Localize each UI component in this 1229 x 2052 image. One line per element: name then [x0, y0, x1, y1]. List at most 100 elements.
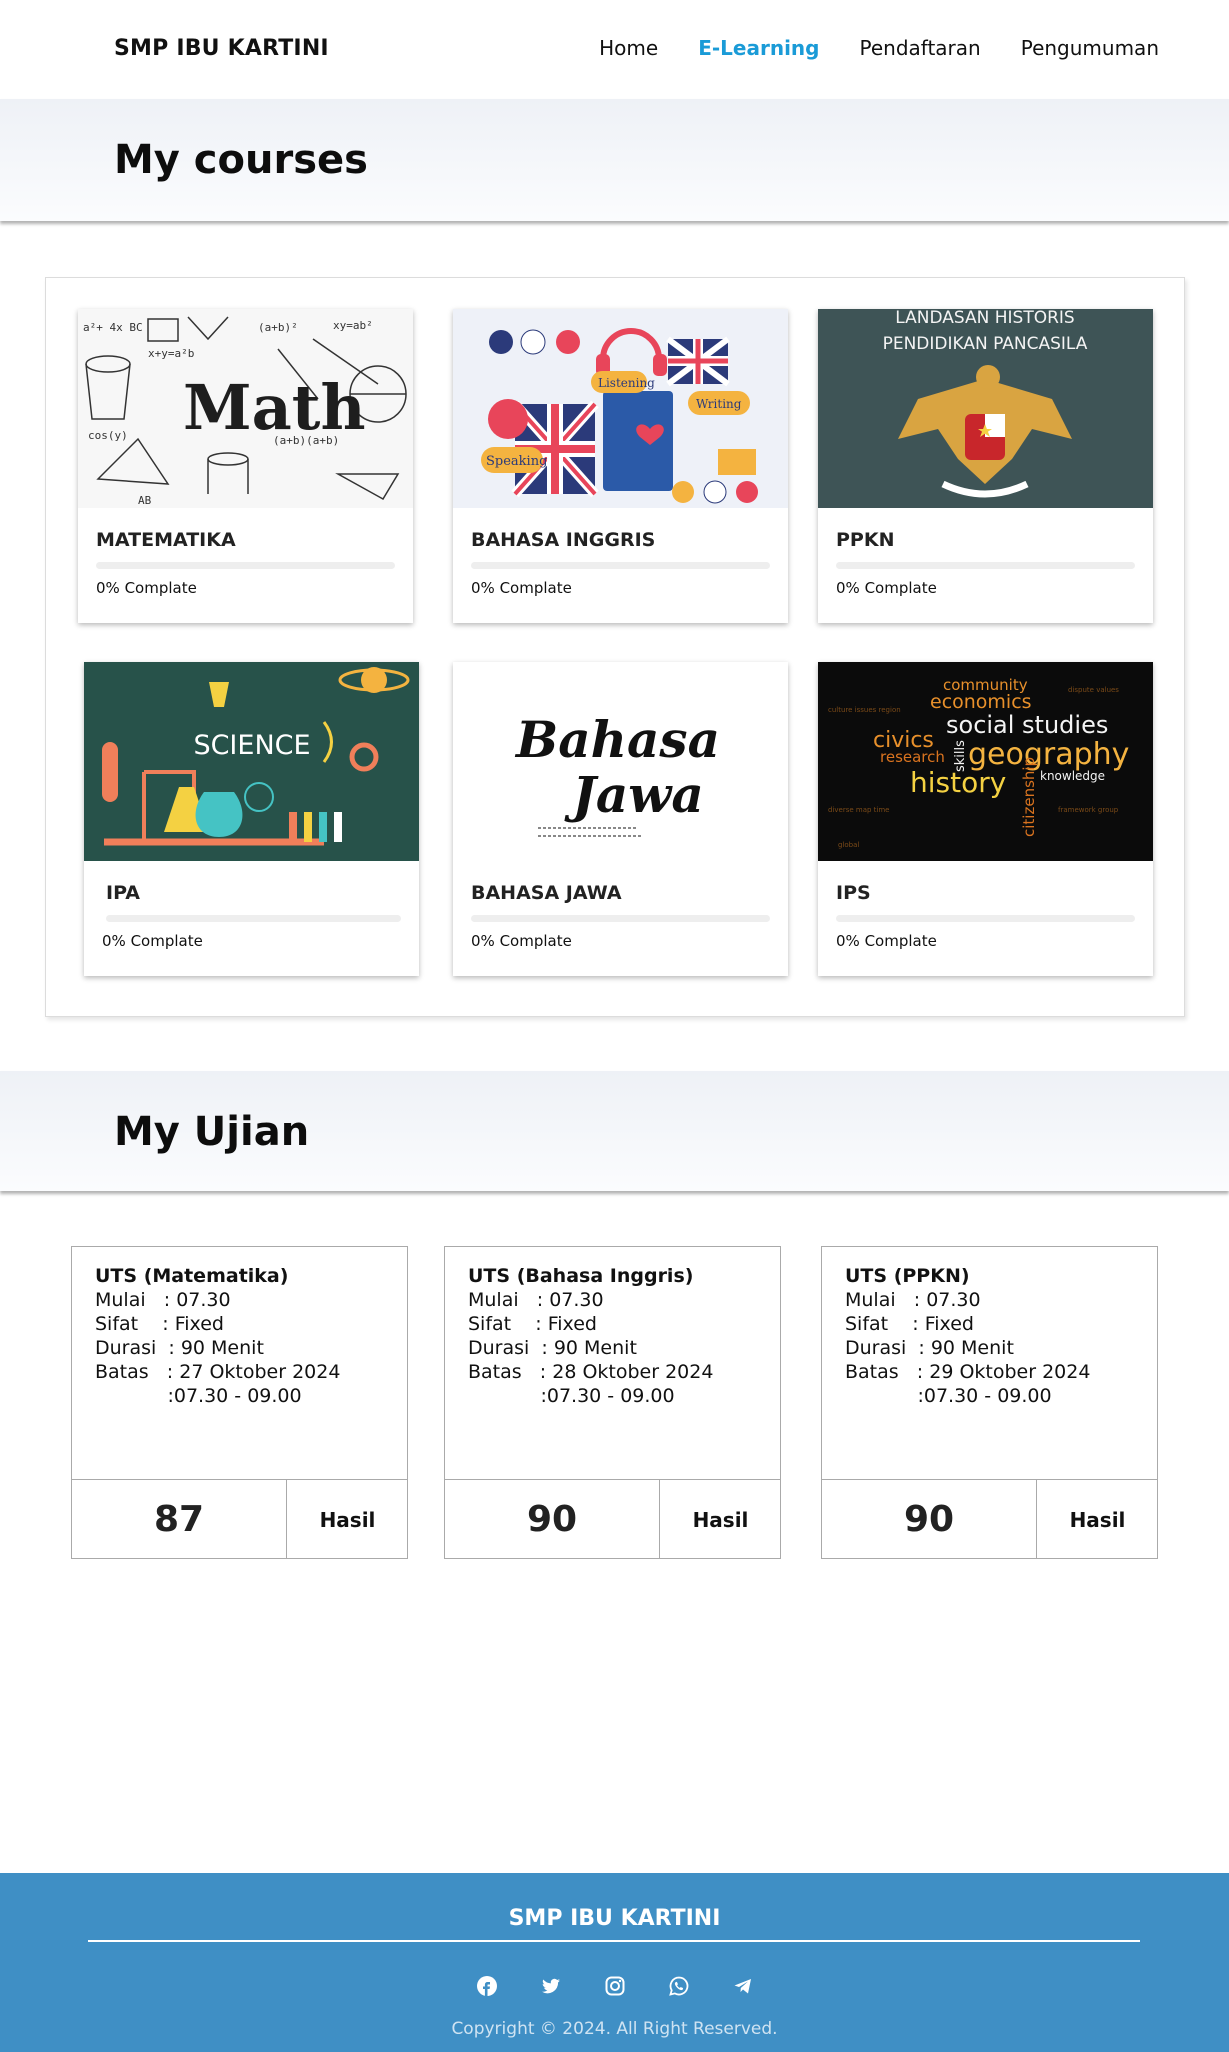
- svg-text:xy=ab²: xy=ab²: [333, 319, 373, 332]
- telegram-icon[interactable]: [733, 1976, 753, 1996]
- course-progress-bar: [96, 562, 395, 569]
- footer-title: SMP IBU KARTINI: [508, 1906, 721, 1931]
- svg-text:(a+b)²: (a+b)²: [258, 321, 298, 334]
- course-card-bahasa-jawa[interactable]: Bahasa Jawa BAHASA JAWA 0% Complate: [453, 662, 788, 976]
- footer-copyright: Copyright © 2024. All Right Reserved.: [451, 2019, 778, 2039]
- navbar: SMP IBU KARTINI Home E-Learning Pendafta…: [0, 0, 1229, 99]
- hasil-button[interactable]: Hasil: [1037, 1479, 1158, 1559]
- course-status: 0% Complate: [471, 579, 572, 597]
- nav-link-pendaftaran[interactable]: Pendaftaran: [859, 36, 980, 60]
- svg-text:diverse map time: diverse map time: [828, 806, 890, 814]
- nav-link-e-learning[interactable]: E-Learning: [698, 36, 819, 60]
- svg-text:AB: AB: [138, 494, 152, 507]
- whatsapp-icon[interactable]: [668, 1976, 689, 1996]
- svg-text:citizenship: citizenship: [1020, 757, 1038, 837]
- course-title: IPS: [836, 882, 871, 904]
- course-card-ips[interactable]: community economics social studies civic…: [818, 662, 1153, 976]
- course-status: 0% Complate: [96, 579, 197, 597]
- exam-card-bahasa-inggris: UTS (Bahasa Inggris) Mulai : 07.30 Sifat…: [444, 1246, 781, 1559]
- exam-sifat: Sifat : Fixed: [845, 1313, 974, 1335]
- svg-text:economics: economics: [930, 691, 1032, 713]
- facebook-icon[interactable]: [476, 1976, 497, 1996]
- course-title: MATEMATIKA: [96, 529, 236, 551]
- svg-text:framework group: framework group: [1058, 806, 1119, 814]
- svg-text:skills: skills: [953, 740, 968, 772]
- course-title: PPKN: [836, 529, 895, 551]
- science-lab-image: SCIENCE: [84, 662, 419, 861]
- exam-title: UTS (Bahasa Inggris): [468, 1265, 694, 1287]
- brand-logo-text[interactable]: SMP IBU KARTINI: [114, 36, 329, 61]
- svg-text:a²+ 4x BC: a²+ 4x BC: [83, 321, 143, 334]
- course-status: 0% Complate: [836, 579, 937, 597]
- svg-text:Writing: Writing: [696, 397, 742, 411]
- exam-title: UTS (Matematika): [95, 1265, 289, 1287]
- exam-mulai: Mulai : 07.30: [468, 1289, 604, 1311]
- instagram-icon[interactable]: [605, 1976, 625, 1996]
- ppkn-image-text-2: PENDIDIKAN PANCASILA: [883, 334, 1088, 354]
- course-progress-bar: [106, 915, 401, 922]
- course-status: 0% Complate: [102, 932, 203, 950]
- course-progress-bar: [471, 562, 770, 569]
- ppkn-image-text-1: LANDASAN HISTORIS: [895, 309, 1074, 328]
- exam-info: UTS (PPKN) Mulai : 07.30 Sifat : Fixed D…: [845, 1264, 1090, 1408]
- nav-link-home[interactable]: Home: [599, 36, 658, 60]
- svg-text:global: global: [838, 841, 859, 849]
- exam-waktu: :07.30 - 09.00: [468, 1385, 675, 1407]
- courses-section-header: My courses: [0, 99, 1229, 221]
- exam-batas: Batas : 29 Oktober 2024: [845, 1361, 1091, 1383]
- course-card-matematika[interactable]: Math a²+ 4x BC x+y=a²b (a+b)² xy=ab² cos…: [78, 309, 413, 623]
- courses-panel: Math a²+ 4x BC x+y=a²b (a+b)² xy=ab² cos…: [45, 277, 1185, 1017]
- svg-text:dispute values: dispute values: [1068, 686, 1119, 694]
- math-doodle-image: Math a²+ 4x BC x+y=a²b (a+b)² xy=ab² cos…: [78, 309, 413, 508]
- course-card-ipa[interactable]: SCIENCE IPA 0% Complate: [84, 662, 419, 976]
- course-status: 0% Complate: [836, 932, 937, 950]
- svg-text:social studies: social studies: [946, 711, 1108, 739]
- english-illustration-image: Listening Writing Speaking: [453, 309, 788, 508]
- course-progress-bar: [836, 915, 1135, 922]
- footer: SMP IBU KARTINI Copyright © 2024. All Ri…: [0, 1873, 1229, 2052]
- bahasa-jawa-text-2: Jawa: [564, 765, 704, 824]
- svg-text:cos(y): cos(y): [88, 429, 128, 442]
- exam-info: UTS (Matematika) Mulai : 07.30 Sifat : F…: [95, 1264, 340, 1408]
- course-progress-bar: [471, 915, 770, 922]
- exam-batas: Batas : 27 Oktober 2024: [95, 1361, 341, 1383]
- footer-divider: [88, 1940, 1140, 1942]
- course-title: BAHASA JAWA: [471, 882, 622, 904]
- exam-score: 90: [822, 1479, 1037, 1559]
- course-progress-bar: [836, 562, 1135, 569]
- hasil-button[interactable]: Hasil: [660, 1479, 781, 1559]
- exam-score: 87: [72, 1479, 287, 1559]
- exam-card-ppkn: UTS (PPKN) Mulai : 07.30 Sifat : Fixed D…: [821, 1246, 1158, 1559]
- svg-text:research: research: [880, 748, 945, 766]
- nav-link-pengumuman[interactable]: Pengumuman: [1021, 36, 1159, 60]
- social-studies-wordcloud-image: community economics social studies civic…: [818, 662, 1153, 861]
- svg-text:x+y=a²b: x+y=a²b: [148, 347, 194, 360]
- courses-section-title: My courses: [114, 137, 368, 183]
- exam-waktu: :07.30 - 09.00: [845, 1385, 1052, 1407]
- exam-section-title: My Ujian: [114, 1109, 310, 1155]
- svg-text:knowledge: knowledge: [1040, 769, 1105, 783]
- course-card-ppkn[interactable]: LANDASAN HISTORIS PENDIDIKAN PANCASILA P…: [818, 309, 1153, 623]
- course-status: 0% Complate: [471, 932, 572, 950]
- exam-mulai: Mulai : 07.30: [845, 1289, 981, 1311]
- exam-info: UTS (Bahasa Inggris) Mulai : 07.30 Sifat…: [468, 1264, 713, 1408]
- exam-durasi: Durasi : 90 Menit: [95, 1337, 264, 1359]
- course-title: IPA: [106, 882, 140, 904]
- svg-text:Speaking: Speaking: [486, 454, 547, 469]
- exam-waktu: :07.30 - 09.00: [95, 1385, 302, 1407]
- ipa-image-text: SCIENCE: [193, 730, 310, 761]
- svg-text:culture issues region: culture issues region: [828, 706, 901, 714]
- exam-sifat: Sifat : Fixed: [95, 1313, 224, 1335]
- footer-social-icons: [0, 1976, 1229, 1996]
- twitter-icon[interactable]: [541, 1976, 561, 1996]
- course-card-bahasa-inggris[interactable]: Listening Writing Speaking BAHASA INGGRI…: [453, 309, 788, 623]
- exam-card-matematika: UTS (Matematika) Mulai : 07.30 Sifat : F…: [71, 1246, 408, 1559]
- exam-durasi: Durasi : 90 Menit: [468, 1337, 637, 1359]
- exam-score: 90: [445, 1479, 660, 1559]
- hasil-button[interactable]: Hasil: [287, 1479, 408, 1559]
- exam-sifat: Sifat : Fixed: [468, 1313, 597, 1335]
- svg-text:Listening: Listening: [598, 376, 655, 390]
- exam-durasi: Durasi : 90 Menit: [845, 1337, 1014, 1359]
- garuda-pancasila-image: LANDASAN HISTORIS PENDIDIKAN PANCASILA: [818, 309, 1153, 508]
- bahasa-jawa-text-1: Bahasa: [514, 710, 720, 769]
